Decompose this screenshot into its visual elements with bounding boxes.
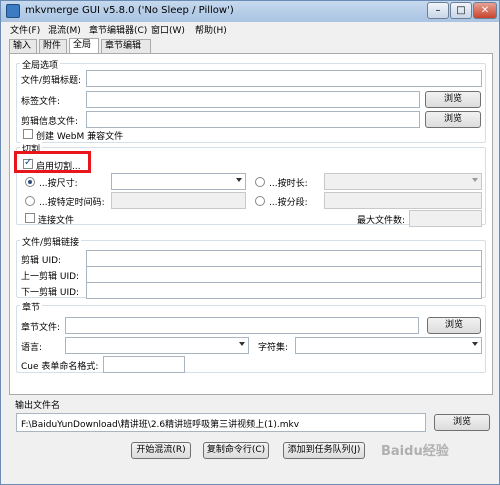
- charset-combo[interactable]: [295, 337, 482, 354]
- tab-chapter-editor[interactable]: 章节编辑器: [101, 39, 151, 64]
- segment-info-input[interactable]: [86, 111, 420, 128]
- language-combo[interactable]: [65, 337, 249, 354]
- menu-window[interactable]: 窗口(W): [151, 23, 185, 36]
- window-title: mkvmerge GUI v5.8.0 ('No Sleep / Pillow'…: [25, 5, 234, 16]
- split-timecodes-input[interactable]: [111, 192, 246, 209]
- segment-uid-label: 剪辑 UID:: [21, 256, 62, 266]
- title-bar[interactable]: mkvmerge GUI v5.8.0 ('No Sleep / Pillow'…: [1, 1, 499, 22]
- start-muxing-button[interactable]: 开始混流(R): [131, 442, 191, 459]
- link-files-label: 连接文件: [38, 216, 75, 226]
- split-size-combo[interactable]: [111, 173, 246, 190]
- close-button[interactable]: ✕: [473, 2, 497, 19]
- output-path-input[interactable]: F:\BaiduYunDownload\精讲班\2.6精讲班呼吸第三讲视频上(1…: [16, 413, 426, 432]
- charset-label: 字符集:: [258, 343, 289, 353]
- watermark: Baidu经验: [381, 444, 449, 459]
- app-icon: [6, 4, 20, 18]
- global-options-group: 全局选项 文件/剪辑标题: 标签文件: 浏览 剪辑信息文件: 浏览 创建 Web…: [16, 58, 486, 143]
- link-files-checkbox[interactable]: [25, 213, 35, 223]
- tab-attachments[interactable]: 附件: [39, 39, 67, 53]
- segment-info-label: 剪辑信息文件:: [21, 117, 79, 127]
- max-files-label: 最大文件数:: [357, 216, 406, 226]
- minimize-button[interactable]: –: [427, 2, 449, 19]
- chapters-group: 章节 章节文件: 浏览 语言: 字符集: Cue 表单命名格式:: [16, 300, 486, 373]
- segment-uid-input[interactable]: [86, 250, 482, 267]
- file-title-label: 文件/剪辑标题:: [21, 76, 82, 86]
- webm-checkbox[interactable]: [23, 129, 33, 139]
- copy-command-button[interactable]: 复制命令行(C): [203, 442, 269, 459]
- main-window: mkvmerge GUI v5.8.0 ('No Sleep / Pillow'…: [0, 0, 500, 485]
- menu-mux[interactable]: 混流(M): [48, 23, 81, 36]
- tags-browse-button[interactable]: 浏览: [425, 91, 481, 108]
- output-browse-button[interactable]: 浏览: [434, 414, 490, 431]
- split-by-parts-radio[interactable]: [255, 196, 265, 206]
- split-by-size-label: ...按尺寸:: [39, 179, 78, 189]
- menu-file[interactable]: 文件(F): [10, 23, 40, 36]
- output-title: 输出文件名: [15, 401, 61, 411]
- prev-uid-label: 上一剪辑 UID:: [21, 272, 80, 282]
- linking-title: 文件/剪辑链接: [20, 235, 82, 248]
- tags-input[interactable]: [86, 91, 420, 108]
- linking-group: 文件/剪辑链接 剪辑 UID: 上一剪辑 UID: 下一剪辑 UID:: [16, 235, 486, 299]
- cue-label: Cue 表单命名格式:: [21, 362, 99, 372]
- next-uid-input[interactable]: [86, 282, 482, 299]
- split-by-parts-label: ...按分段:: [269, 198, 308, 208]
- split-by-timecodes-label: ...按特定时间码:: [39, 198, 105, 208]
- chapter-file-input[interactable]: [65, 317, 419, 334]
- tags-label: 标签文件:: [21, 97, 61, 107]
- chapter-file-label: 章节文件:: [21, 323, 61, 333]
- chapters-title: 章节: [20, 300, 43, 313]
- prev-uid-input[interactable]: [86, 266, 482, 283]
- max-files-input[interactable]: [409, 210, 482, 227]
- split-parts-input[interactable]: [324, 192, 482, 209]
- global-options-title: 全局选项: [20, 58, 61, 71]
- split-by-duration-radio[interactable]: [255, 177, 265, 187]
- split-duration-combo[interactable]: [324, 173, 482, 190]
- split-by-duration-label: ...按时长:: [269, 179, 308, 189]
- menu-help[interactable]: 帮助(H): [195, 23, 227, 36]
- chapter-browse-button[interactable]: 浏览: [427, 317, 481, 334]
- language-label: 语言:: [21, 343, 43, 353]
- split-by-size-radio[interactable]: [25, 177, 35, 187]
- maximize-button[interactable]: □: [450, 2, 472, 19]
- menu-bar: 文件(F) 混流(M) 章节编辑器(C) 窗口(W) 帮助(H): [1, 22, 499, 37]
- cue-input[interactable]: [103, 356, 185, 373]
- add-to-queue-button[interactable]: 添加到任务队列(J): [283, 442, 365, 459]
- split-by-timecodes-radio[interactable]: [25, 196, 35, 206]
- global-panel: 全局选项 文件/剪辑标题: 标签文件: 浏览 剪辑信息文件: 浏览 创建 Web…: [9, 53, 493, 395]
- tab-global[interactable]: 全局: [69, 38, 99, 54]
- webm-label: 创建 WebM 兼容文件: [36, 132, 124, 142]
- segment-info-browse-button[interactable]: 浏览: [425, 111, 481, 128]
- highlight-annotation: [14, 151, 91, 173]
- file-title-input[interactable]: [86, 70, 482, 87]
- tab-input[interactable]: 输入: [9, 39, 37, 53]
- next-uid-label: 下一剪辑 UID:: [21, 288, 80, 298]
- menu-chapter-editor[interactable]: 章节编辑器(C): [89, 23, 147, 36]
